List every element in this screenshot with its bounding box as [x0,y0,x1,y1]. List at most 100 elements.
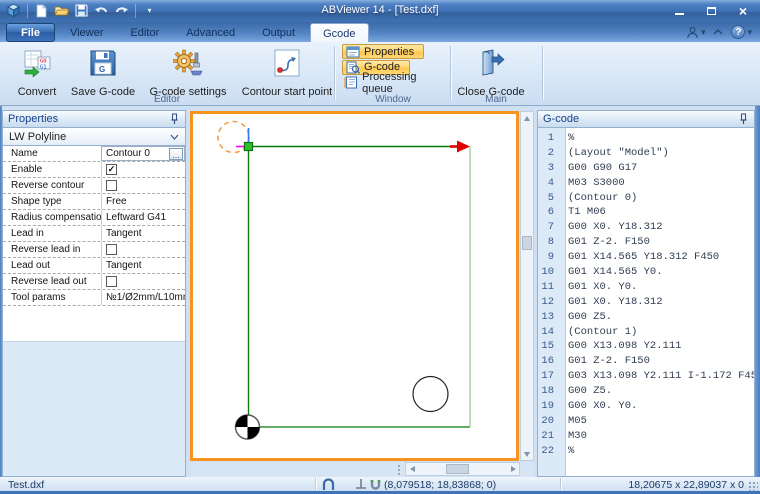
pin-icon[interactable] [168,113,180,125]
line-number: 4 [538,176,560,191]
property-value[interactable]: Free … [101,194,185,209]
property-value[interactable]: … [101,178,185,193]
property-value[interactable]: … [101,274,185,289]
convert-button[interactable]: G0 G1 Convert [8,44,66,100]
line-number: 15 [538,339,560,354]
line-text[interactable]: (Layout "Model") [560,146,669,161]
resize-grip[interactable] [748,481,758,491]
scroll-right-button[interactable] [507,463,519,475]
line-text[interactable]: G01 Z-2. F150 [560,235,650,250]
line-text[interactable]: M30 [560,429,587,444]
checkbox[interactable] [106,276,117,287]
property-label: Reverse contour [3,180,101,191]
snap-toggle[interactable] [369,479,382,491]
property-value-text: Leftward G41 [106,212,166,223]
property-value[interactable]: №1/Ø2mm/L10mm … [101,290,185,305]
line-text[interactable]: % [560,444,574,459]
property-value[interactable]: … [101,242,185,257]
gcode-editor[interactable]: 1 % 2 (Layout "Model") 3 G00 G90 G17 4 M… [538,128,754,476]
line-text[interactable]: G03 X13.098 Y2.111 I-1.172 F450 [560,369,754,384]
tab-editor[interactable]: Editor [118,23,171,42]
close-gcode-button[interactable]: Close G-code [454,44,528,100]
checkbox[interactable] [106,244,117,255]
maximize-button[interactable] [700,3,722,18]
gcode-line-20: 20 M05 [538,414,754,429]
minimize-button[interactable] [668,3,690,18]
pin-icon[interactable] [737,113,749,125]
line-text[interactable]: (Contour 1) [560,325,637,340]
save-gcode-button[interactable]: G Save G-code [70,44,136,100]
ellipsis-button[interactable]: … [169,148,183,160]
property-value[interactable]: Tangent … [101,258,185,273]
gcode-panel-header: G-code [538,111,754,128]
line-text[interactable]: G01 X0. Y0. [560,280,637,295]
contour-start-point-button[interactable]: Contour start point [238,44,336,100]
line-text[interactable]: % [560,131,574,146]
entity-type-select[interactable]: LW Polyline [3,128,185,146]
help-button[interactable]: ?▾ [731,25,752,39]
line-number: 5 [538,191,560,206]
main-group-label: Main [452,94,540,105]
scroll-up-button[interactable] [521,112,533,124]
property-value[interactable]: Contour 0 … [101,146,185,161]
close-button[interactable]: × [732,3,754,18]
line-text[interactable]: G01 X0. Y18.312 [560,295,663,310]
osnap-toggle[interactable] [322,478,335,491]
toggle-processing-queue-button[interactable]: Processing queue [342,75,450,90]
checkbox[interactable] [106,164,117,175]
start-point-marker[interactable] [245,143,253,151]
line-text[interactable]: (Contour 0) [560,191,637,206]
canvas-vertical-scrollbar[interactable] [520,111,534,461]
tab-gcode[interactable]: Gcode [310,23,368,42]
line-text[interactable]: G01 X14.565 Y18.312 F450 [560,250,719,265]
line-text[interactable]: G00 G90 G17 [560,161,637,176]
drawing-canvas[interactable] [190,111,519,461]
canvas-horizontal-scrollbar[interactable] [405,462,520,476]
close-gcode-icon [476,48,506,78]
vertical-scroll-thumb[interactable] [522,236,532,250]
line-text[interactable]: G00 Z5. [560,310,612,325]
tab-viewer[interactable]: Viewer [58,23,115,42]
line-text[interactable]: T1 M06 [560,205,606,220]
entity-type-value: LW Polyline [9,131,170,143]
line-text[interactable]: M05 [560,414,587,429]
scrollbar-splitter-dots[interactable] [397,464,401,475]
toggle-properties-button[interactable]: Properties [342,44,424,59]
account-button[interactable]: ▾ [686,26,706,39]
scroll-left-button[interactable] [406,463,418,475]
line-text[interactable]: G00 Z5. [560,384,612,399]
ortho-toggle[interactable] [355,478,367,490]
line-text[interactable]: G01 Z-2. F150 [560,354,650,369]
line-text[interactable]: G00 X0. Y18.312 [560,220,663,235]
statusbar-separator [560,478,561,490]
arrow-right-icon [511,466,519,472]
tab-file[interactable]: File [6,23,55,42]
gcode-line-13: 13 G00 Z5. [538,310,754,325]
gcode-panel: G-code 1 % 2 (Layout "Model") 3 G00 [537,110,755,477]
line-number: 1 [538,131,560,146]
gcode-settings-button[interactable]: G-code settings [142,44,234,100]
tab-advanced[interactable]: Advanced [174,23,247,42]
statusbar-dimensions: 18,20675 x 22,89037 x 0 [628,479,744,491]
property-row-tool-params: Tool params №1/Ø2mm/L10mm … [3,290,185,306]
contour-start-point-icon [272,48,302,78]
horizontal-scroll-thumb[interactable] [446,464,469,474]
ribbon: G0 G1 Convert G Save [0,42,760,106]
property-value[interactable]: Tangent … [101,226,185,241]
minimize-ribbon-button[interactable] [713,29,723,35]
status-bar: Test.dxf (8,079518; 18,83868; 0) 18,2067… [0,477,760,494]
line-text[interactable]: M03 S3000 [560,176,625,191]
gcode-line-18: 18 G00 Z5. [538,384,754,399]
gcode-line-16: 16 G01 Z-2. F150 [538,354,754,369]
property-value[interactable]: Leftward G41 … [101,210,185,225]
checkbox[interactable] [106,180,117,191]
line-text[interactable]: G00 X13.098 Y2.111 [560,339,681,354]
toggle-properties-label: Properties [364,46,414,58]
scroll-down-button[interactable] [521,448,533,460]
svg-text:G1: G1 [40,65,47,71]
property-value[interactable]: … [101,162,185,177]
drill-circle[interactable] [413,377,448,412]
line-text[interactable]: G00 X0. Y0. [560,399,637,414]
line-text[interactable]: G01 X14.565 Y0. [560,265,663,280]
tab-output[interactable]: Output [250,23,307,42]
